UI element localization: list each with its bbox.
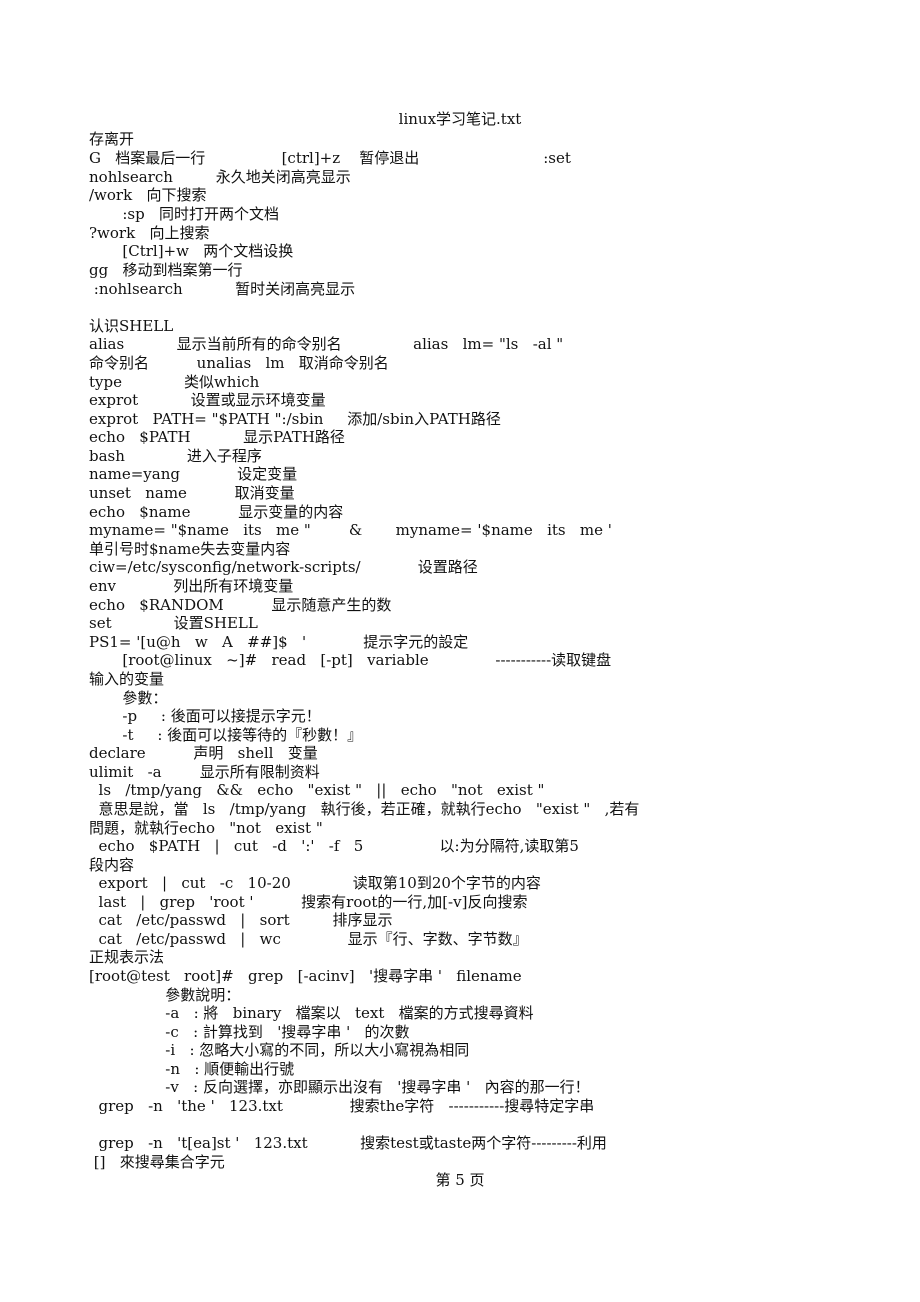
- text-line: bash 进入子程序: [89, 447, 262, 465]
- text-line: 參數：: [89, 689, 168, 707]
- text-line: type 类似which: [89, 373, 260, 391]
- text-line: unset name 取消变量: [89, 484, 295, 502]
- text-line: gg 移动到档案第一行: [89, 261, 243, 279]
- text-line: PS1= '[u@h w A ##]$ ' 提示字元的設定: [89, 633, 469, 651]
- text-line: 单引号时$name失去变量内容: [89, 540, 291, 558]
- text-line: ?work 向上搜索: [89, 224, 210, 242]
- text-line: -p : 後面可以接提示字元！: [89, 707, 321, 725]
- text-line: echo $PATH 显示PATH路径: [89, 428, 345, 446]
- section-heading: 正规表示法: [89, 948, 165, 966]
- document-page: linux学习笔记.txt 存离开 G 档案最后一行 [ctrl]+z 暂停退出…: [0, 0, 920, 1302]
- text-line: cat /etc/passwd | sort 排序显示: [89, 911, 393, 929]
- text-line: 输入的变量: [89, 670, 165, 688]
- text-line: echo $RANDOM 显示随意产生的数: [89, 596, 392, 614]
- page-number: 第 5 页: [435, 1171, 485, 1189]
- text-line: last | grep 'root ' 搜索有root的一行,加[-v]反向搜索: [89, 893, 528, 911]
- text-line: -a : 將 binary 檔案以 text 檔案的方式搜尋資料: [89, 1004, 534, 1022]
- text-line: -v : 反向選擇，亦即顯示出沒有 '搜尋字串 ' 內容的那一行！: [89, 1078, 590, 1096]
- text-line: export | cut -c 10-20 读取第10到20个字节的内容: [89, 874, 541, 892]
- text-line: -n : 順便輸出行號: [89, 1060, 295, 1078]
- text-line: cat /etc/passwd | wc 显示『行、字数、字节数』: [89, 930, 528, 948]
- text-line: 存离开: [89, 130, 135, 148]
- text-line: alias 显示当前所有的命令别名 alias lm= "ls -al ": [89, 335, 564, 353]
- text-line: 意思是說，當 ls /tmp/yang 執行後，若正確，就執行echo "exi…: [89, 800, 640, 818]
- text-line: myname= "$name its me " & myname= '$name…: [89, 521, 612, 539]
- text-line: exprot PATH= "$PATH ":/sbin 添加/sbin入PATH…: [89, 410, 501, 428]
- text-line: echo $name 显示变量的内容: [89, 503, 344, 521]
- text-line: -t : 後面可以接等待的『秒數！』: [89, 726, 363, 744]
- text-line: name=yang 设定变量: [89, 465, 298, 483]
- text-line: :sp 同时打开两个文档: [89, 205, 280, 223]
- text-line: [] 來搜尋集合字元: [89, 1153, 225, 1171]
- text-line: grep -n 'the ' 123.txt 搜索the字符 ---------…: [89, 1097, 595, 1115]
- text-line: ulimit -a 显示所有限制资料: [89, 763, 320, 781]
- text-line: G 档案最后一行 [ctrl]+z 暂停退出 :set: [89, 149, 571, 167]
- text-line: [root@linux ~]# read [-pt] variable ----…: [89, 651, 612, 669]
- text-line: exprot 设置或显示环境变量: [89, 391, 326, 409]
- text-line: set 设置SHELL: [89, 614, 258, 632]
- text-line: declare 声明 shell 变量: [89, 744, 318, 762]
- text-line: 段内容: [89, 856, 135, 874]
- text-line: ciw=/etc/sysconfig/network-scripts/ 设置路径: [89, 558, 478, 576]
- text-line: :nohlsearch 暂时关闭高亮显示: [89, 280, 356, 298]
- text-line: -i : 忽略大小寫的不同，所以大小寫視為相同: [89, 1041, 470, 1059]
- text-line: ls /tmp/yang && echo "exist " || echo "n…: [89, 781, 545, 799]
- text-line: grep -n 't[ea]st ' 123.txt 搜索test或taste两…: [89, 1134, 607, 1152]
- text-line: -c : 計算找到 '搜尋字串 ' 的次數: [89, 1023, 410, 1041]
- text-line: [Ctrl]+w 两个文档设换: [89, 242, 294, 260]
- text-line: /work 向下搜索: [89, 186, 207, 204]
- section-heading: 认识SHELL: [89, 317, 174, 335]
- document-title: linux学习笔记.txt: [398, 110, 522, 128]
- text-line: echo $PATH | cut -d ':' -f 5 以:为分隔符,读取第5: [89, 837, 579, 855]
- text-line: nohlsearch 永久地关闭高亮显示: [89, 168, 351, 186]
- text-line: 命令别名 unalias lm 取消命令别名: [89, 354, 389, 372]
- text-line: env 列出所有环境变量: [89, 577, 294, 595]
- text-line: 問題，就執行echo "not exist ": [89, 819, 323, 837]
- text-line: 參數說明：: [89, 986, 241, 1004]
- text-line: [root@test root]# grep [-acinv] '搜尋字串 ' …: [89, 967, 522, 985]
